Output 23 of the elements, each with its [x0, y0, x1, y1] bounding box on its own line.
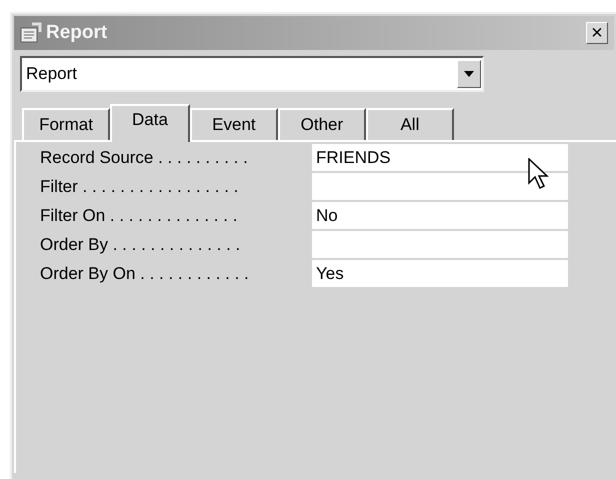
- report-icon: [20, 22, 44, 44]
- object-selector[interactable]: Report: [20, 56, 484, 92]
- property-label: Order By . . . . . . . . . . . . . .: [39, 234, 242, 256]
- property-label: Order By On . . . . . . . . . . . .: [39, 262, 250, 285]
- tab[interactable]: Other: [278, 108, 366, 140]
- property-value[interactable]: [312, 173, 568, 200]
- mouse-pointer-icon: [528, 158, 550, 190]
- property-value[interactable]: [312, 231, 568, 258]
- tab[interactable]: Event: [190, 108, 278, 140]
- selector-value: Report: [25, 63, 78, 86]
- property-value[interactable]: FRIENDS: [312, 144, 568, 171]
- property-label: Record Source . . . . . . . . . .: [39, 146, 249, 169]
- tab[interactable]: Data: [110, 104, 190, 142]
- property-label: Filter . . . . . . . . . . . . . . . . .: [39, 176, 240, 198]
- dropdown-button[interactable]: [457, 60, 481, 88]
- tab[interactable]: All: [366, 108, 454, 140]
- window-title: Report: [46, 20, 108, 45]
- property-value[interactable]: No: [312, 202, 568, 229]
- property-label: Filter On . . . . . . . . . . . . . .: [39, 204, 238, 227]
- close-button[interactable]: ×: [586, 22, 608, 44]
- caret-icon: [464, 71, 474, 77]
- property-value[interactable]: Yes: [312, 260, 568, 287]
- tab[interactable]: Format: [22, 108, 110, 140]
